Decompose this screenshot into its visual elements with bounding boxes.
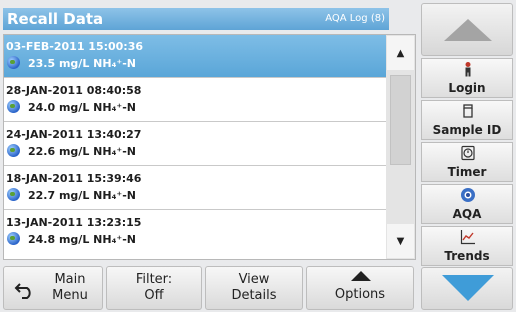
record-list: 03-FEB-2011 15:00:36 23.5 mg/L NH₄⁺-N 28…: [3, 34, 387, 260]
panel-scroll-down-button[interactable]: [421, 267, 513, 310]
globe-icon: [7, 232, 20, 245]
back-arrow-icon: [14, 283, 31, 299]
trends-label: Trends: [444, 249, 490, 263]
sample-id-label: Sample ID: [432, 123, 502, 137]
aqa-label: AQA: [452, 207, 482, 221]
sample-id-button[interactable]: Sample ID: [421, 100, 513, 140]
record-value: 24.8 mg/L NH₄⁺-N: [28, 233, 136, 246]
filter-value: Off: [144, 288, 164, 303]
main-menu-label-2: Menu: [52, 288, 88, 303]
triangle-up-icon: ▲: [396, 47, 405, 59]
triangle-up-icon: [351, 271, 371, 281]
triangle-down-icon: ▼: [396, 235, 405, 247]
trends-button[interactable]: Trends: [421, 226, 513, 266]
scroll-down-button[interactable]: ▼: [387, 224, 414, 258]
globe-icon: [7, 144, 20, 157]
triangle-up-icon: [444, 19, 492, 41]
record-value: 22.7 mg/L NH₄⁺-N: [28, 189, 136, 202]
record-date: 24-JAN-2011 13:40:27: [6, 128, 142, 141]
record-date: 03-FEB-2011 15:00:36: [6, 40, 144, 53]
view-details-label-1: View: [238, 272, 270, 287]
main-menu-button[interactable]: Main Menu: [3, 266, 103, 310]
main-menu-label-1: Main: [54, 272, 86, 287]
scroll-thumb[interactable]: [390, 75, 411, 165]
view-details-button[interactable]: View Details: [205, 266, 303, 310]
timer-button[interactable]: Timer: [421, 142, 513, 182]
record-date: 13-JAN-2011 13:23:15: [6, 216, 142, 229]
aqa-log-label: AQA Log (8): [325, 13, 385, 24]
record-date: 28-JAN-2011 08:40:58: [6, 84, 142, 97]
record-value: 23.5 mg/L NH₄⁺-N: [28, 57, 136, 70]
screen-title: Recall Data: [7, 10, 104, 28]
list-item-selected[interactable]: 03-FEB-2011 15:00:36 23.5 mg/L NH₄⁺-N: [4, 35, 386, 78]
title-bar: Recall Data AQA Log (8): [3, 8, 389, 30]
options-button[interactable]: Options: [306, 266, 414, 310]
filter-label: Filter:: [135, 272, 173, 287]
record-value: 22.6 mg/L NH₄⁺-N: [28, 145, 136, 158]
recall-data-screen: Recall Data AQA Log (8) 03-FEB-2011 15:0…: [0, 0, 516, 312]
list-item[interactable]: 28-JAN-2011 08:40:58 24.0 mg/L NH₄⁺-N: [4, 79, 386, 122]
record-date: 18-JAN-2011 15:39:46: [6, 172, 142, 185]
record-value: 24.0 mg/L NH₄⁺-N: [28, 101, 136, 114]
aqa-icon: [461, 188, 475, 202]
timer-icon: [461, 145, 475, 161]
panel-scroll-up-button[interactable]: [421, 3, 513, 56]
login-button[interactable]: Login: [421, 58, 513, 98]
list-item[interactable]: 13-JAN-2011 13:23:15 24.8 mg/L NH₄⁺-N: [4, 211, 386, 254]
list-item[interactable]: 24-JAN-2011 13:40:27 22.6 mg/L NH₄⁺-N: [4, 123, 386, 166]
login-label: Login: [448, 81, 486, 95]
view-details-label-2: Details: [231, 288, 277, 303]
globe-icon: [7, 100, 20, 113]
sample-container-icon: [463, 104, 473, 118]
filter-button[interactable]: Filter: Off: [106, 266, 202, 310]
scroll-up-button[interactable]: ▲: [387, 36, 414, 70]
globe-icon: [7, 188, 20, 201]
aqa-button[interactable]: AQA: [421, 184, 513, 224]
options-label: Options: [334, 287, 386, 302]
globe-icon: [7, 56, 20, 69]
list-item[interactable]: 18-JAN-2011 15:39:46 22.7 mg/L NH₄⁺-N: [4, 167, 386, 210]
triangle-down-icon: [442, 275, 494, 301]
person-icon: [465, 62, 471, 77]
trend-graph-icon: [460, 230, 475, 245]
list-scrollbar[interactable]: ▲ ▼: [386, 34, 416, 260]
timer-label: Timer: [447, 165, 487, 179]
